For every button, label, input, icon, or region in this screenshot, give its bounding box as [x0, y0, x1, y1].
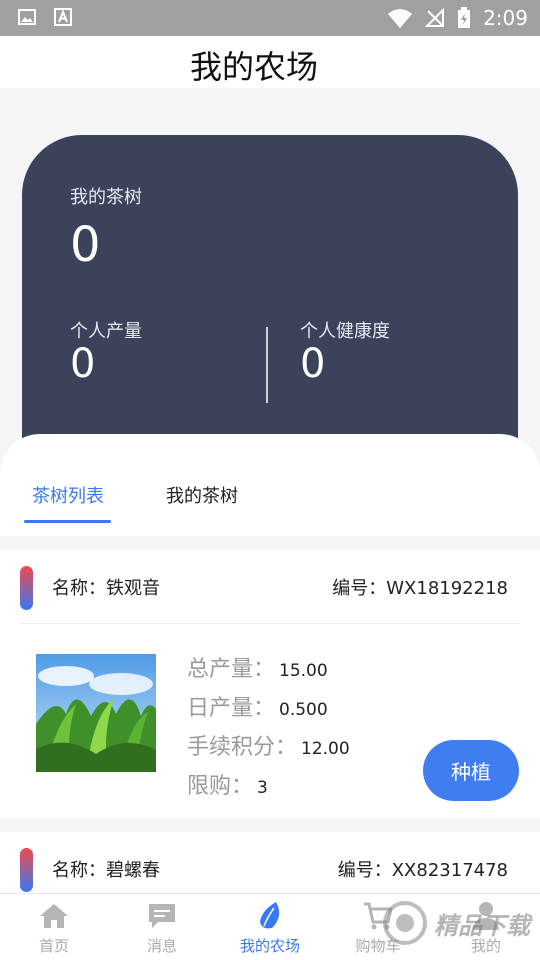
tree-code: 编号：XX82317478: [337, 860, 508, 881]
home-icon: [40, 904, 68, 928]
tea-tree-card: 名称：铁观音 编号：WX18192218 总产量： 15.00 日产量： 0.500…: [0, 550, 540, 818]
message-icon: [149, 904, 175, 928]
daily-output-row: 日产量： 0.500: [187, 690, 328, 722]
purchase-limit-row: 限购： 3: [187, 768, 268, 800]
health-label: 个人健康度: [300, 321, 390, 342]
nav-home[interactable]: 首页: [0, 894, 108, 960]
tea-tree-image: [36, 654, 156, 772]
font-icon: [54, 8, 72, 26]
tree-name: 名称：碧螺春: [52, 860, 160, 881]
tea-tree-card: 名称：碧螺春 编号：XX82317478: [0, 832, 540, 893]
nav-my-farm[interactable]: 我的农场: [216, 894, 324, 960]
health-value: 0: [300, 341, 326, 387]
daily-output-label: 日产量：: [187, 696, 276, 721]
tree-code: 编号：WX18192218: [332, 578, 508, 599]
output-label: 个人产量: [70, 321, 142, 342]
fee-points-value: 12.00: [301, 739, 350, 759]
card-accent-bar: [20, 848, 33, 892]
page-title: 我的农场: [189, 48, 318, 86]
purchase-limit-value: 3: [257, 778, 268, 798]
nav-label: 消息: [146, 937, 177, 955]
tab-my-trees[interactable]: 我的茶树: [166, 482, 238, 508]
output-value: 0: [70, 341, 96, 387]
summary-divider: [266, 327, 268, 403]
tree-name: 名称：铁观音: [52, 578, 160, 599]
wifi-icon: [388, 9, 413, 28]
fee-points-label: 手续积分：: [187, 735, 298, 760]
total-output-row: 总产量： 15.00: [187, 651, 328, 683]
card-accent-bar: [20, 566, 33, 610]
purchase-limit-label: 限购：: [187, 774, 254, 799]
clock: 2:09: [483, 6, 528, 30]
tab-tea-list[interactable]: 茶树列表: [32, 482, 104, 508]
nav-label: 首页: [38, 937, 69, 955]
watermark-text: 精品下载: [434, 912, 530, 940]
nav-messages[interactable]: 消息: [108, 894, 216, 960]
card-divider: [20, 623, 520, 624]
total-output-value: 15.00: [279, 661, 328, 681]
app-bar: 我的农场: [0, 36, 540, 88]
leaf-icon: [260, 902, 280, 929]
total-output-label: 总产量：: [187, 657, 276, 682]
trees-value: 0: [70, 217, 101, 273]
trees-label: 我的茶树: [70, 187, 142, 208]
tab-sheet: 茶树列表 我的茶树: [0, 434, 540, 536]
status-bar: 2:09: [0, 0, 540, 36]
watermark-logo-icon: [383, 901, 427, 945]
gallery-icon: [18, 9, 36, 25]
tab-indicator: [24, 520, 111, 523]
watermark: 精品下载: [380, 898, 540, 948]
daily-output-value: 0.500: [279, 700, 328, 720]
battery-icon: [458, 7, 471, 28]
no-signal-icon: [425, 8, 445, 27]
nav-label: 我的农场: [239, 937, 300, 955]
fee-points-row: 手续积分： 12.00: [187, 729, 350, 761]
plant-button[interactable]: 种植: [423, 740, 519, 801]
summary-card: 我的茶树 0 个人产量 0 个人健康度 0: [22, 135, 518, 465]
